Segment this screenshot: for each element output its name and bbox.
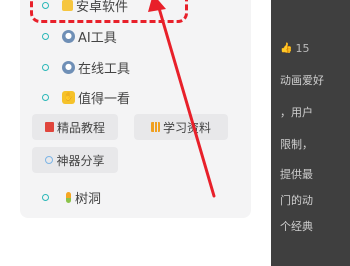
pointer-arrow-icon: [148, 0, 216, 198]
